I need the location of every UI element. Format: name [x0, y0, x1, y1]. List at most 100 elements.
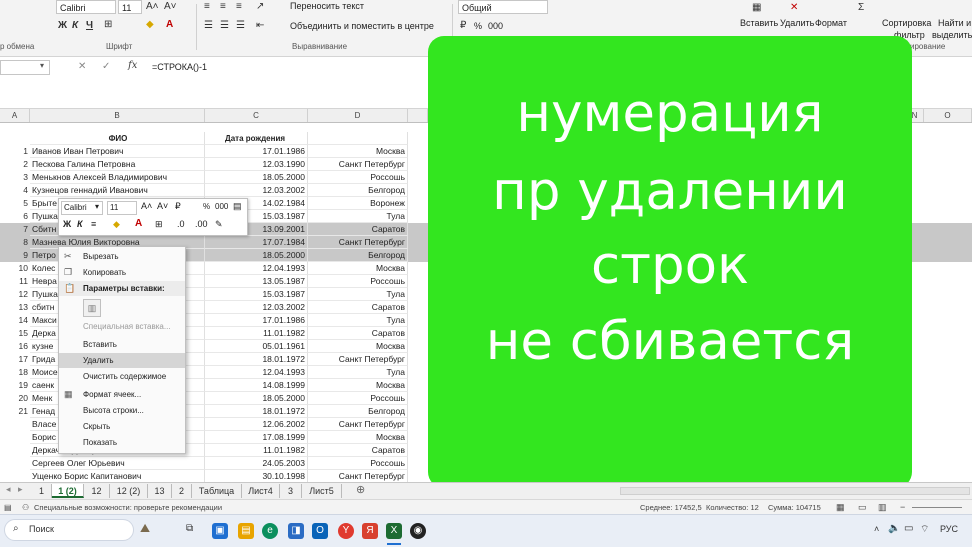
row-number[interactable]	[0, 444, 30, 457]
cell-date[interactable]: 13.05.1987	[205, 275, 308, 288]
align-bottom-icon[interactable]: ≡	[236, 1, 242, 12]
mini-font-size[interactable]: 11	[107, 201, 137, 215]
font-color-icon[interactable]: A	[166, 19, 173, 30]
indent-icon[interactable]: ⇤	[256, 20, 264, 31]
thousands-button[interactable]: 000	[488, 21, 503, 31]
horizontal-scrollbar[interactable]	[620, 487, 970, 495]
row-number[interactable]: 9	[0, 249, 30, 262]
cell-date[interactable]: 18.01.1972	[205, 353, 308, 366]
menu-clear-contents[interactable]: Очистить содержимое	[59, 369, 185, 384]
decrease-font-icon[interactable]: A˅	[157, 201, 168, 211]
increase-font-icon[interactable]: A˄	[141, 201, 152, 211]
row-number[interactable]: 8	[0, 236, 30, 249]
zoom-slider[interactable]	[912, 507, 962, 508]
cell-name[interactable]: Сергеев Олег Юрьевич	[30, 457, 205, 470]
cell-date[interactable]: 17.01.1986	[205, 145, 308, 158]
cell-city[interactable]: Россошь	[308, 457, 408, 470]
cell-city[interactable]: Саратов	[308, 327, 408, 340]
cell-city[interactable]: Москва	[308, 431, 408, 444]
row-number[interactable]: 16	[0, 340, 30, 353]
cell-city[interactable]: Москва	[308, 145, 408, 158]
cell-name[interactable]: Иванов Иван Петрович	[30, 145, 205, 158]
cell-name[interactable]: Пескова Галина Петровна	[30, 158, 205, 171]
outlook-icon[interactable]: O	[312, 523, 328, 539]
align-middle-icon[interactable]: ≡	[220, 1, 226, 12]
cell-city[interactable]: Санкт Петербург	[308, 158, 408, 171]
cell-date[interactable]: 11.01.1982	[205, 444, 308, 457]
row-number[interactable]	[0, 418, 30, 431]
cell-date[interactable]: 11.01.1982	[205, 327, 308, 340]
underline-button[interactable]: Ч	[86, 20, 93, 31]
row-number[interactable]: 3	[0, 171, 30, 184]
cell-date[interactable]: 18.01.1972	[205, 405, 308, 418]
cell-city[interactable]: Воронеж	[308, 197, 408, 210]
row-number[interactable]: 6	[0, 210, 30, 223]
delete-cells-button[interactable]: Удалить	[780, 18, 814, 28]
volume-icon[interactable]: 🔈	[888, 523, 900, 534]
row-number[interactable]: 10	[0, 262, 30, 275]
sheet-tab[interactable]: Таблица	[192, 484, 242, 498]
cell-date[interactable]: 12.06.2002	[205, 418, 308, 431]
format-brush-icon[interactable]: ✎	[215, 219, 223, 230]
sheet-tab[interactable]: 1	[32, 484, 52, 498]
cell-city[interactable]: Саратов	[308, 223, 408, 236]
paste-clipboard-icon[interactable]: ▥	[83, 299, 101, 317]
font-color-icon[interactable]: A	[135, 218, 142, 229]
cell-city[interactable]: Россошь	[308, 392, 408, 405]
menu-cut[interactable]: ✂ Вырезать	[59, 249, 185, 264]
edge-browser-icon[interactable]: e	[262, 523, 278, 539]
cell-city[interactable]: Санкт Петербург	[308, 470, 408, 482]
cell-date[interactable]: 17.01.1986	[205, 314, 308, 327]
cell-city[interactable]: Россошь	[308, 171, 408, 184]
align-right-icon[interactable]: ☰	[236, 20, 245, 31]
file-explorer-icon[interactable]: ▤	[238, 523, 254, 539]
battery-icon[interactable]: ▭	[904, 523, 913, 534]
format-cells-button[interactable]: Формат	[815, 18, 847, 28]
store-icon[interactable]: ◨	[288, 523, 304, 539]
cell-date[interactable]: 14.08.1999	[205, 379, 308, 392]
row-number[interactable]: 14	[0, 314, 30, 327]
cell-date[interactable]: 12.04.1993	[205, 262, 308, 275]
sheet-tab[interactable]: 3	[280, 484, 302, 498]
cell-date[interactable]: 17.08.1999	[205, 431, 308, 444]
excel-icon[interactable]: X	[386, 523, 402, 539]
cell-date[interactable]: 12.03.1990	[205, 158, 308, 171]
header-city[interactable]	[308, 132, 408, 145]
add-sheet-icon[interactable]: ⊕	[356, 483, 365, 496]
find-select-button[interactable]: Найти и	[938, 18, 971, 28]
header-birth[interactable]: Дата рождения	[205, 132, 308, 145]
cell-city[interactable]: Тула	[308, 210, 408, 223]
row-number[interactable]: 2	[0, 158, 30, 171]
border-icon[interactable]: ⊞	[104, 19, 112, 30]
row-number[interactable]: 18	[0, 366, 30, 379]
sheet-tab[interactable]: 2	[172, 484, 192, 498]
cell-city[interactable]: Санкт Петербург	[308, 236, 408, 249]
cell-name[interactable]: Менькнов Алексей Владимирович	[30, 171, 205, 184]
sheet-tab-active[interactable]: 1 (2)	[52, 484, 84, 498]
wrap-text-button[interactable]: Переносить текст	[290, 1, 364, 11]
cell-city[interactable]: Тула	[308, 366, 408, 379]
italic-button[interactable]: К	[72, 20, 78, 31]
page-layout-icon[interactable]: ▭	[858, 500, 867, 515]
row-number[interactable]: 12	[0, 288, 30, 301]
tray-chevron-icon[interactable]: ˄	[874, 524, 879, 534]
menu-delete[interactable]: Удалить	[59, 353, 185, 368]
cell-city[interactable]: Тула	[308, 288, 408, 301]
insert-cells-button[interactable]: Вставить	[740, 18, 778, 28]
cell-date[interactable]: 18.05.2000	[205, 392, 308, 405]
cell-city[interactable]: Белгород	[308, 184, 408, 197]
row-number[interactable]: 15	[0, 327, 30, 340]
cell-city[interactable]: Россошь	[308, 275, 408, 288]
cell-name[interactable]: Кузнецов геннадий Иванович	[30, 184, 205, 197]
zoom-out-icon[interactable]: −	[900, 500, 905, 515]
cell-date[interactable]: 30.10.1998	[205, 470, 308, 482]
font-name-box[interactable]: Calibri	[56, 0, 116, 14]
menu-insert[interactable]: Вставить	[59, 337, 185, 352]
formula-input[interactable]: =СТРОКА()-1	[152, 62, 207, 72]
cell-name[interactable]: Ущенко Борис Капитанович	[30, 470, 205, 482]
merge-center-button[interactable]: Объединить и поместить в центре	[290, 21, 434, 31]
cell-date[interactable]: 15.03.1987	[205, 288, 308, 301]
decrease-font-icon[interactable]: A˅	[164, 1, 177, 12]
row-number[interactable]: 17	[0, 353, 30, 366]
increase-font-icon[interactable]: A˄	[146, 1, 159, 12]
